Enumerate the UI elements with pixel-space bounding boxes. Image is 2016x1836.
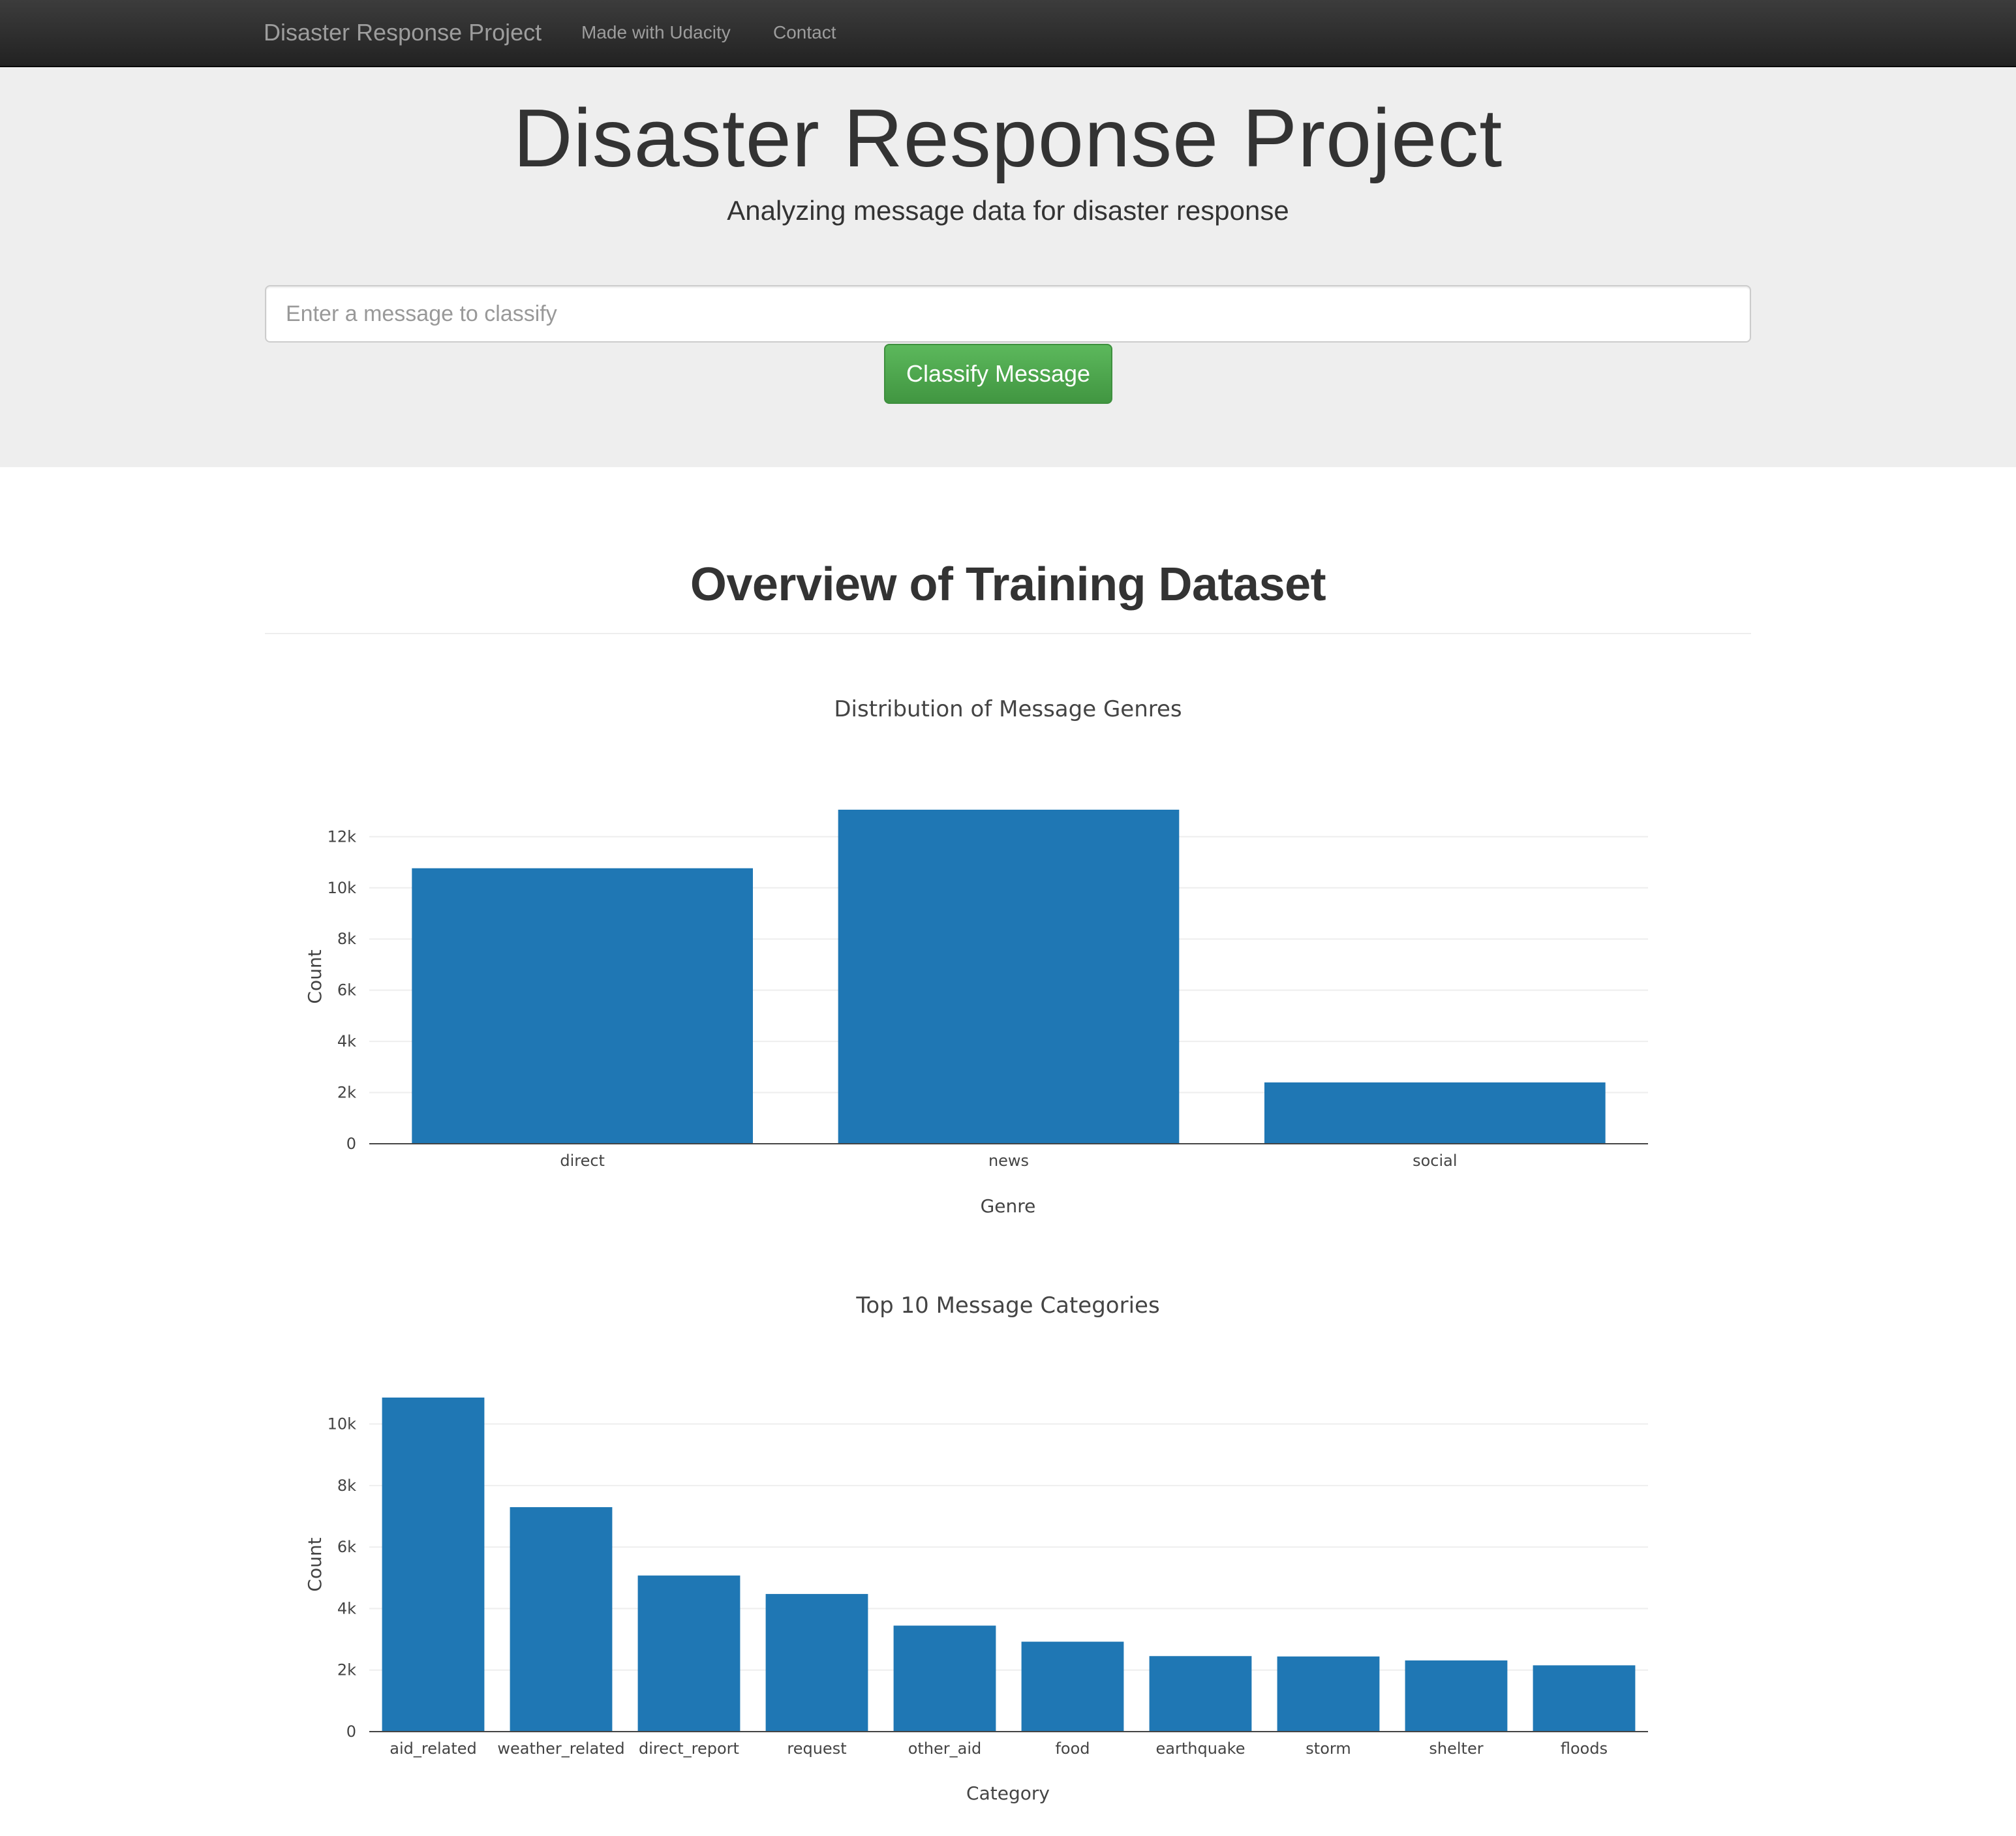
category-top10-chart: Top 10 Message Categories 0 2k 4k 6k 8k 10k aid… — [0, 1266, 2016, 1836]
y-tick-label: 2k — [337, 1084, 356, 1102]
x-tick-label: direct — [560, 1152, 605, 1170]
page-title: Disaster Response Project — [513, 92, 1503, 184]
x-tick-label: news — [988, 1152, 1029, 1170]
bar-weather_related — [510, 1507, 613, 1732]
x-tick-label: food — [1055, 1739, 1090, 1758]
bar-food — [1021, 1642, 1124, 1732]
bar-floods — [1533, 1665, 1636, 1732]
bar-direct_report — [637, 1575, 741, 1732]
x-tick-label: earthquake — [1156, 1739, 1245, 1758]
y-tick-label: 2k — [337, 1661, 356, 1679]
x-tick-label: weather_related — [497, 1739, 624, 1758]
y-tick-label: 10k — [328, 879, 357, 897]
bar-shelter — [1405, 1660, 1508, 1732]
y-tick-label: 8k — [337, 1476, 356, 1495]
bar-request — [765, 1594, 868, 1732]
y-tick-label: 6k — [337, 1538, 356, 1556]
chart-title: Top 10 Message Categories — [855, 1293, 1159, 1319]
nav-link-contact[interactable]: Contact — [773, 20, 836, 46]
x-tick-label: storm — [1306, 1739, 1351, 1758]
x-tick-label: request — [787, 1739, 846, 1758]
x-tick-label: direct_report — [639, 1739, 739, 1758]
section-divider — [265, 633, 1751, 634]
message-input[interactable] — [265, 285, 1751, 343]
bar-other_aid — [893, 1625, 996, 1732]
y-tick-label: 0 — [346, 1135, 356, 1153]
y-tick-label: 4k — [337, 1599, 356, 1617]
x-axis-label: Category — [966, 1782, 1050, 1804]
bar-aid_related — [382, 1398, 485, 1732]
chart-title: Distribution of Message Genres — [834, 696, 1182, 722]
navbar-brand[interactable]: Disaster Response Project — [264, 17, 542, 48]
x-tick-label: shelter — [1429, 1739, 1483, 1758]
classify-message-button[interactable]: Classify Message — [884, 344, 1112, 404]
top-navbar: Disaster Response Project Made with Udac… — [0, 0, 2016, 67]
genre-chart-svg: Distribution of Message Genres 0 2k 4k 6k 8k 1… — [304, 696, 1648, 1217]
bar-storm — [1277, 1656, 1380, 1732]
y-tick-label: 12k — [328, 827, 357, 846]
bar-direct — [412, 868, 753, 1144]
category-chart-svg: Top 10 Message Categories 0 2k 4k 6k 8k 10k aid… — [304, 1293, 1648, 1804]
y-axis-label: Count — [304, 949, 326, 1003]
x-tick-label: floods — [1561, 1739, 1608, 1758]
y-tick-label: 8k — [337, 930, 356, 948]
y-tick-label: 0 — [346, 1722, 356, 1741]
bar-earthquake — [1149, 1656, 1252, 1732]
genre-distribution-chart: Distribution of Message Genres 0 2k 4k 6k 8k 1… — [0, 679, 2016, 1253]
x-tick-label: social — [1413, 1152, 1457, 1170]
y-tick-label: 4k — [337, 1032, 356, 1050]
x-tick-label: other_aid — [908, 1739, 982, 1758]
y-axis-label: Count — [304, 1537, 326, 1591]
bar-social — [1264, 1082, 1606, 1144]
x-tick-label: aid_related — [389, 1739, 477, 1758]
y-tick-label: 6k — [337, 981, 356, 1000]
section-title: Overview of Training Dataset — [690, 558, 1326, 611]
nav-link-udacity[interactable]: Made with Udacity — [581, 20, 731, 46]
page-subtitle: Analyzing message data for disaster resp… — [727, 195, 1289, 226]
bar-news — [838, 810, 1180, 1144]
x-axis-label: Genre — [981, 1195, 1036, 1217]
jumbotron: Disaster Response Project Analyzing mess… — [0, 67, 2016, 467]
y-tick-label: 10k — [328, 1415, 357, 1433]
